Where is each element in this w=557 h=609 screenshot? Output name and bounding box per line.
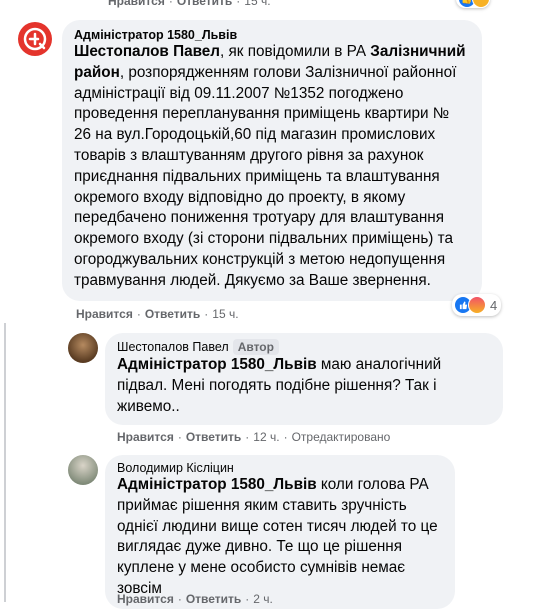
comment-text-segment: , розпорядженням голови Залізничної райо… bbox=[74, 63, 457, 289]
timestamp[interactable]: 12 ч. bbox=[253, 430, 279, 444]
top-reactions[interactable]: 👍 bbox=[456, 0, 490, 8]
haha-reaction-icon bbox=[472, 0, 490, 8]
avatar[interactable] bbox=[68, 455, 98, 485]
like-link[interactable]: Нравится bbox=[117, 430, 174, 444]
reply-link[interactable]: Ответить bbox=[186, 430, 241, 444]
angry-reaction-icon bbox=[468, 296, 486, 314]
comment-actions: Нравится · Ответить · 15 ч. bbox=[76, 307, 239, 321]
reply-link[interactable]: Ответить bbox=[145, 307, 200, 321]
author-badge: Автор bbox=[232, 339, 279, 355]
avatar[interactable] bbox=[68, 333, 98, 363]
top-comment-actions: Нравится · Ответить · 15 ч. bbox=[108, 0, 271, 8]
reply-text: Адміністратор 1580_Львів коли голова РА … bbox=[117, 475, 443, 600]
comment-text: Шестопалов Павел, як повідомили в РА Зал… bbox=[74, 42, 470, 292]
reply-link[interactable]: Ответить bbox=[186, 592, 241, 606]
timestamp[interactable]: 15 ч. bbox=[244, 0, 270, 8]
thread-line bbox=[4, 323, 6, 602]
reply-author: Шестопалов Павел Автор bbox=[117, 339, 491, 355]
like-link[interactable]: Нравится bbox=[108, 0, 165, 8]
reply-actions: Нравится · Ответить · 2 ч. bbox=[117, 592, 273, 606]
reaction-count: 4 bbox=[490, 297, 498, 313]
edited-label: Отредактировано bbox=[291, 430, 391, 444]
comment-mention[interactable]: Шестопалов Павел bbox=[74, 43, 220, 60]
timestamp[interactable]: 15 ч. bbox=[212, 307, 238, 321]
like-link[interactable]: Нравится bbox=[117, 592, 174, 606]
reply-actions: Нравится · Ответить · 12 ч. · Отредактировано bbox=[117, 430, 391, 444]
mention-link[interactable]: Адміністратор 1580_Львів bbox=[117, 476, 317, 493]
mention-link[interactable]: Адміністратор 1580_Львів bbox=[117, 356, 317, 373]
reply-bubble-1: Шестопалов Павел Автор Адміністратор 1580… bbox=[105, 333, 503, 426]
reply-text: Адміністратор 1580_Львів маю аналогічний… bbox=[117, 355, 491, 417]
like-link[interactable]: Нравится bbox=[76, 307, 133, 321]
comment-text-segment: , як повідомили в РА bbox=[220, 43, 371, 60]
comment-author[interactable]: Адміністратор 1580_Львів bbox=[74, 28, 470, 42]
comment-reactions[interactable]: 4 bbox=[452, 294, 502, 316]
reply-author[interactable]: Володимир Кісліцин bbox=[117, 461, 443, 475]
timestamp[interactable]: 2 ч. bbox=[253, 592, 273, 606]
reply-bubble-2: Володимир Кісліцин Адміністратор 1580_Ль… bbox=[105, 455, 455, 609]
reply-body: коли голова РА приймає рішення яким став… bbox=[117, 476, 438, 597]
reply-author-name[interactable]: Шестопалов Павел bbox=[117, 340, 229, 354]
comment-bubble-main: Адміністратор 1580_Львів Шестопалов Паве… bbox=[62, 20, 482, 301]
reply-link[interactable]: Ответить bbox=[177, 0, 232, 8]
brand-logo-icon[interactable] bbox=[18, 22, 52, 56]
